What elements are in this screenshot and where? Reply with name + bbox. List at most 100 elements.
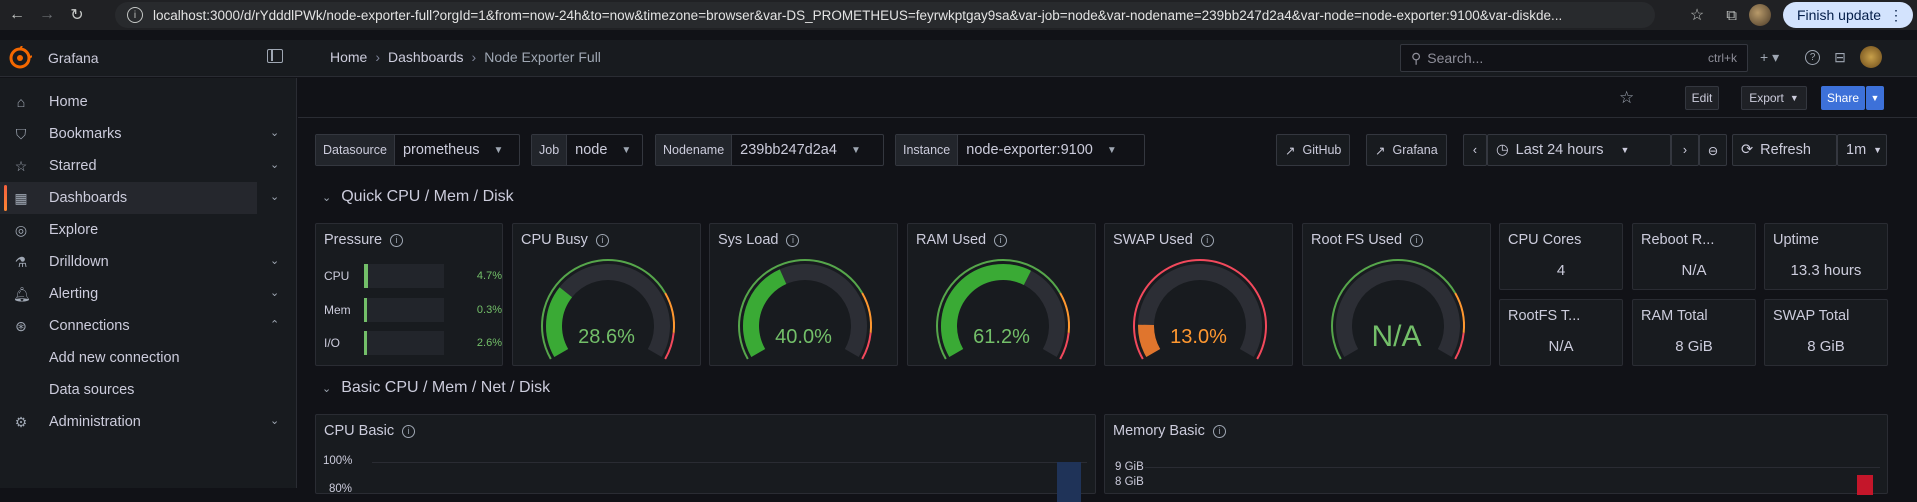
sidebar-item-starred[interactable]: ☆ Starred ⌄ — [0, 150, 296, 182]
time-picker[interactable]: ◷ Last 24 hours ▼ — [1487, 134, 1671, 166]
sidebar-item-connections[interactable]: ⊛ Connections ⌃ — [0, 310, 296, 342]
share-button[interactable]: Share — [1821, 86, 1865, 110]
address-bar[interactable]: i localhost:3000/d/rYdddlPWk/node-export… — [115, 2, 1655, 28]
chevron-down-icon[interactable]: ⌄ — [270, 254, 279, 267]
panel-title[interactable]: CPU Busy i — [521, 232, 609, 248]
variable-select[interactable]: 239bb247d2a4 ▼ — [732, 135, 869, 165]
site-info-icon[interactable]: i — [127, 7, 143, 23]
finish-update-button[interactable]: Finish update ⋮ — [1782, 2, 1913, 28]
breadcrumb-dashboards[interactable]: Dashboards — [388, 49, 464, 65]
panel-title[interactable]: SWAP Total — [1773, 308, 1849, 324]
forward-icon[interactable]: → — [34, 2, 60, 28]
zoom-out-button[interactable]: ⊖ — [1699, 134, 1727, 166]
sidebar-item-bookmarks[interactable]: ⛉ Bookmarks ⌄ — [0, 118, 296, 150]
info-icon[interactable]: i — [595, 233, 609, 247]
panel-swap-total: SWAP Total 8 GiB — [1764, 299, 1888, 366]
panel-title[interactable]: SWAP Used i — [1113, 232, 1214, 248]
refresh-interval-label: 1m — [1846, 142, 1867, 158]
profile-avatar[interactable] — [1748, 4, 1771, 26]
help-icon[interactable]: ? — [1805, 49, 1821, 65]
user-avatar[interactable] — [1859, 46, 1882, 68]
sidebar-item-add-new-connection[interactable]: Add new connection — [0, 342, 296, 374]
mark-as-favorite-icon[interactable]: ☆ — [1619, 88, 1634, 108]
panel-title[interactable]: Uptime — [1773, 232, 1819, 248]
chevron-down-icon[interactable]: ⌄ — [270, 158, 279, 171]
variable-select[interactable]: node-exporter:9100 ▼ — [958, 135, 1125, 165]
panel-title-text: Memory Basic — [1113, 423, 1205, 439]
y-axis-label: 8 GiB — [1115, 476, 1144, 488]
info-icon[interactable]: i — [402, 424, 416, 438]
panel-title[interactable]: RAM Used i — [916, 232, 1008, 248]
edit-button[interactable]: Edit — [1685, 86, 1719, 110]
chevron-down-icon: ▼ — [850, 144, 861, 156]
variable-datasource[interactable]: Datasource prometheus ▼ — [315, 134, 520, 166]
row-quick-cpu-mem-disk[interactable]: ⌄ Quick CPU / Mem / Disk — [322, 188, 514, 206]
sidebar-item-data-sources[interactable]: Data sources — [0, 374, 296, 406]
github-label: GitHub — [1302, 143, 1342, 157]
stat-value: 13.3 hours — [1790, 262, 1862, 279]
pressure-bar-fill — [364, 331, 367, 355]
chevron-down-icon[interactable]: ⌄ — [270, 126, 279, 139]
panel-title[interactable]: CPU Cores — [1508, 232, 1581, 248]
panel-title[interactable]: CPU Basic i — [324, 423, 416, 439]
pressure-bar-io: I/O 2.6% — [324, 331, 502, 355]
grafana-link[interactable]: ↗ Grafana — [1366, 134, 1447, 166]
add-new-icon[interactable]: + ▾ — [1760, 49, 1779, 66]
info-icon[interactable]: i — [994, 233, 1008, 247]
info-icon[interactable]: i — [1212, 424, 1226, 438]
time-forward-button[interactable]: › — [1671, 134, 1699, 166]
extensions-icon[interactable]: ⧉ — [1726, 7, 1737, 24]
panel-title[interactable]: Reboot R... — [1641, 232, 1714, 248]
panel-title[interactable]: Root FS Used i — [1311, 232, 1424, 248]
search-shortcut: ctrl+k — [1707, 51, 1737, 65]
info-icon[interactable]: i — [390, 233, 404, 247]
sidebar-item-label: Bookmarks — [49, 126, 122, 142]
share-options-dropdown[interactable]: ▼ — [1866, 86, 1884, 110]
sidebar-item-drilldown[interactable]: ⚗ Drilldown ⌄ — [0, 246, 296, 278]
reload-icon[interactable]: ↻ — [64, 2, 90, 28]
chevron-down-icon[interactable]: ⌄ — [270, 190, 279, 203]
search-input[interactable]: ⚲ Search... ctrl+k — [1400, 44, 1748, 72]
info-icon[interactable]: i — [786, 233, 800, 247]
sidebar-item-administration[interactable]: ⚙ Administration ⌄ — [0, 406, 296, 438]
variable-nodename[interactable]: Nodename 239bb247d2a4 ▼ — [655, 134, 884, 166]
back-icon[interactable]: ← — [4, 2, 30, 28]
news-icon[interactable]: ⊟ — [1834, 49, 1846, 66]
info-icon[interactable]: i — [1200, 233, 1214, 247]
panel-title[interactable]: RootFS T... — [1508, 308, 1580, 324]
panel-title[interactable]: RAM Total — [1641, 308, 1708, 324]
panel-title[interactable]: Pressure i — [324, 232, 404, 248]
chevron-down-icon: ▼ — [493, 144, 504, 156]
row-basic-cpu-mem-net-disk[interactable]: ⌄ Basic CPU / Mem / Net / Disk — [322, 379, 550, 397]
breadcrumb-home[interactable]: Home — [330, 49, 367, 65]
chevron-up-icon[interactable]: ⌃ — [270, 318, 279, 331]
sidebar-item-explore[interactable]: ◎ Explore — [0, 214, 296, 246]
chevron-down-icon[interactable]: ⌄ — [270, 414, 279, 427]
sidebar-item-alerting[interactable]: 🔔︎ Alerting ⌄ — [0, 278, 296, 310]
panel-reboot-required: Reboot R... N/A — [1632, 223, 1756, 290]
panel-title[interactable]: Sys Load i — [718, 232, 800, 248]
variable-select[interactable]: node ▼ — [567, 135, 640, 165]
stat-value: N/A — [1548, 338, 1574, 355]
variable-job[interactable]: Job node ▼ — [531, 134, 643, 166]
export-button[interactable]: Export ▼ — [1741, 86, 1807, 110]
variable-value: prometheus — [402, 142, 480, 158]
chart-bar — [1857, 475, 1873, 495]
bookmark-star-icon[interactable]: ☆ — [1690, 5, 1704, 25]
sidebar-item-dashboards[interactable]: ▦ Dashboards ⌄ — [0, 182, 279, 214]
variable-instance[interactable]: Instance node-exporter:9100 ▼ — [895, 134, 1145, 166]
github-link[interactable]: ↗ GitHub — [1276, 134, 1351, 166]
variable-select[interactable]: prometheus ▼ — [394, 135, 512, 165]
sidebar-item-home[interactable]: ⌂ Home — [0, 86, 296, 118]
time-back-button[interactable]: ‹ — [1463, 134, 1487, 166]
refresh-button[interactable]: ⟳ Refresh — [1732, 134, 1837, 166]
pressure-bar-cpu: CPU 4.7% — [324, 264, 502, 288]
grafana-logo-icon[interactable] — [8, 46, 32, 70]
refresh-interval-select[interactable]: 1m ▼ — [1837, 134, 1887, 166]
bookmark-icon: ⛉ — [15, 126, 27, 142]
dock-menu-icon[interactable] — [267, 49, 283, 63]
info-icon[interactable]: i — [1410, 233, 1424, 247]
chevron-down-icon[interactable]: ⌄ — [270, 286, 279, 299]
pressure-bar-fill — [364, 264, 368, 288]
panel-title[interactable]: Memory Basic i — [1113, 423, 1226, 439]
